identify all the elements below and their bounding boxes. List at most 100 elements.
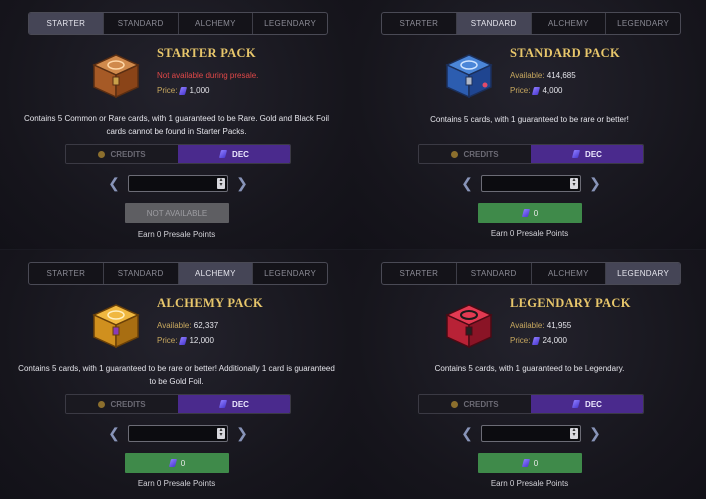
price-line: Price: 12,000 bbox=[157, 336, 214, 345]
quantity-stepper: ❮ ▴ ▾ ❯ bbox=[461, 423, 601, 443]
buy-button-label: 0 bbox=[533, 208, 539, 218]
dec-label: DEC bbox=[585, 399, 602, 409]
price-value: 24,000 bbox=[542, 336, 567, 345]
currency-toggle: CREDITS DEC bbox=[418, 394, 644, 414]
quantity-input[interactable]: ▴ ▾ bbox=[481, 424, 581, 442]
price-label: Price: bbox=[157, 336, 178, 345]
dec-gem-icon bbox=[218, 150, 228, 158]
tab-alchemy[interactable]: ALCHEMY bbox=[179, 13, 254, 34]
tab-standard[interactable]: STANDARD bbox=[456, 13, 532, 34]
spin-buttons-icon[interactable]: ▴ ▾ bbox=[217, 177, 225, 189]
price-line: Price: 4,000 bbox=[510, 86, 562, 95]
starter-chest-icon bbox=[92, 54, 140, 99]
credits-option[interactable]: CREDITS bbox=[419, 395, 531, 413]
decrease-arrow-icon[interactable]: ❮ bbox=[461, 173, 473, 193]
credits-coin-icon bbox=[98, 150, 106, 158]
quantity-input[interactable]: ▴ ▾ bbox=[128, 174, 228, 192]
pack-tabs: STARTER STANDARD ALCHEMY LEGENDARY bbox=[28, 262, 328, 285]
tab-standard[interactable]: STANDARD bbox=[457, 263, 532, 284]
buy-button[interactable]: 0 bbox=[478, 453, 582, 473]
spin-buttons-icon[interactable]: ▴ ▾ bbox=[570, 427, 578, 439]
presale-points: Earn 0 Presale Points bbox=[137, 479, 216, 488]
standard-chest-icon bbox=[445, 54, 493, 99]
dec-gem-icon bbox=[521, 459, 530, 467]
pack-title: LEGENDARY PACK bbox=[510, 296, 631, 310]
availability-text: Not available during presale. bbox=[157, 71, 259, 80]
price-label: Price: bbox=[157, 86, 178, 95]
quantity-input[interactable]: ▴ ▾ bbox=[481, 174, 581, 192]
dec-label: DEC bbox=[585, 149, 602, 159]
alchemy-pack-panel: STARTER STANDARD ALCHEMY LEGENDARY ALCHE… bbox=[0, 250, 353, 499]
credits-label: CREDITS bbox=[110, 149, 146, 159]
increase-arrow-icon[interactable]: ❯ bbox=[589, 423, 601, 443]
tab-standard[interactable]: STANDARD bbox=[104, 13, 179, 34]
tab-legendary[interactable]: LEGENDARY bbox=[606, 263, 680, 284]
dec-option[interactable]: DEC bbox=[178, 145, 290, 163]
price-value: 1,000 bbox=[189, 86, 210, 95]
currency-toggle: CREDITS DEC bbox=[418, 144, 644, 164]
dec-gem-icon bbox=[532, 336, 541, 345]
presale-points: Earn 0 Presale Points bbox=[490, 479, 569, 488]
increase-arrow-icon[interactable]: ❯ bbox=[589, 173, 601, 193]
credits-label: CREDITS bbox=[110, 399, 146, 409]
tab-alchemy[interactable]: ALCHEMY bbox=[532, 13, 607, 34]
decrease-arrow-icon[interactable]: ❮ bbox=[108, 423, 120, 443]
availability-line: Available: 41,955 bbox=[510, 321, 571, 330]
dec-option[interactable]: DEC bbox=[178, 395, 290, 413]
quantity-stepper: ❮ ▴ ▾ ❯ bbox=[461, 173, 601, 193]
dec-option[interactable]: DEC bbox=[531, 395, 643, 413]
starter-pack-panel: STARTER STANDARD ALCHEMY LEGENDARY START… bbox=[0, 0, 353, 249]
tab-alchemy[interactable]: ALCHEMY bbox=[178, 263, 254, 284]
quantity-stepper: ❮ ▴ ▾ ❯ bbox=[108, 423, 248, 443]
pack-tabs: STARTER STANDARD ALCHEMY LEGENDARY bbox=[381, 262, 681, 285]
buy-button-label: 0 bbox=[180, 458, 186, 468]
decrease-arrow-icon[interactable]: ❮ bbox=[108, 173, 120, 193]
increase-arrow-icon[interactable]: ❯ bbox=[236, 173, 248, 193]
available-value: 62,337 bbox=[193, 321, 219, 330]
pack-description: Contains 5 cards, with 1 guaranteed to b… bbox=[18, 364, 335, 386]
tab-alchemy[interactable]: ALCHEMY bbox=[532, 263, 607, 284]
not-available-button[interactable]: NOT AVAILABLE bbox=[125, 203, 229, 223]
credits-option[interactable]: CREDITS bbox=[66, 395, 178, 413]
buy-button-label: 0 bbox=[533, 458, 539, 468]
dec-gem-icon bbox=[571, 150, 581, 158]
available-label: Available: bbox=[510, 321, 545, 330]
dec-gem-icon bbox=[168, 459, 177, 467]
credits-option[interactable]: CREDITS bbox=[66, 145, 178, 163]
presale-points: Earn 0 Presale Points bbox=[490, 229, 569, 238]
spin-buttons-icon[interactable]: ▴ ▾ bbox=[217, 427, 225, 439]
tab-legendary[interactable]: LEGENDARY bbox=[606, 13, 680, 34]
price-value: 4,000 bbox=[542, 86, 563, 95]
tab-legendary[interactable]: LEGENDARY bbox=[253, 13, 327, 34]
tab-starter[interactable]: STARTER bbox=[382, 263, 457, 284]
tab-starter[interactable]: STARTER bbox=[29, 13, 104, 34]
tab-legendary[interactable]: LEGENDARY bbox=[253, 263, 327, 284]
price-value: 12,000 bbox=[189, 336, 214, 345]
pack-description: Contains 5 cards, with 1 guaranteed to b… bbox=[430, 115, 629, 124]
credits-coin-icon bbox=[451, 150, 459, 158]
decrease-arrow-icon[interactable]: ❮ bbox=[461, 423, 473, 443]
buy-button[interactable]: 0 bbox=[125, 453, 229, 473]
quantity-input[interactable]: ▴ ▾ bbox=[128, 424, 228, 442]
price-line: Price: 1,000 bbox=[157, 86, 209, 95]
availability-line: Available: 414,685 bbox=[510, 71, 576, 80]
pack-description: Contains 5 cards, with 1 guaranteed to b… bbox=[434, 364, 625, 373]
available-value: 41,955 bbox=[546, 321, 572, 330]
legendary-chest-icon bbox=[445, 304, 493, 349]
quantity-stepper: ❮ ▴ ▾ ❯ bbox=[108, 173, 248, 193]
dec-gem-icon bbox=[179, 336, 188, 345]
available-label: Available: bbox=[510, 71, 545, 80]
increase-arrow-icon[interactable]: ❯ bbox=[236, 423, 248, 443]
pack-title: ALCHEMY PACK bbox=[157, 296, 264, 310]
spin-buttons-icon[interactable]: ▴ ▾ bbox=[570, 177, 578, 189]
buy-button[interactable]: 0 bbox=[478, 203, 582, 223]
credits-coin-icon bbox=[98, 400, 106, 408]
currency-toggle: CREDITS DEC bbox=[65, 144, 291, 164]
tab-starter[interactable]: STARTER bbox=[29, 263, 104, 284]
tab-standard[interactable]: STANDARD bbox=[104, 263, 179, 284]
presale-points: Earn 0 Presale Points bbox=[137, 230, 216, 239]
credits-option[interactable]: CREDITS bbox=[419, 145, 531, 163]
tab-starter[interactable]: STARTER bbox=[382, 13, 457, 34]
dec-option[interactable]: DEC bbox=[531, 145, 643, 163]
dec-gem-icon bbox=[218, 400, 228, 408]
